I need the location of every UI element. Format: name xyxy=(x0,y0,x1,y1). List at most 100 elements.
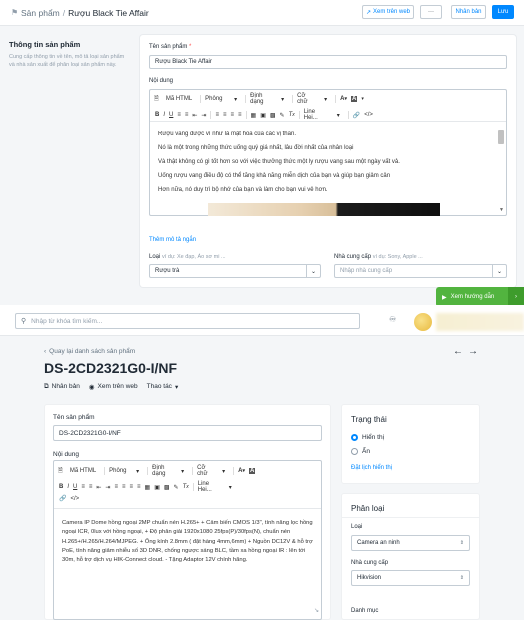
duplicate-button[interactable]: Nhân bản xyxy=(451,5,486,19)
text-color-icon[interactable]: A ▾ xyxy=(340,96,347,102)
html-source-button[interactable]: 🗎 Mã HTML xyxy=(154,94,196,104)
caret-down-icon: ▾ xyxy=(324,96,328,103)
status-heading: Trạng thái xyxy=(351,415,387,424)
chevron-down-icon[interactable]: ⌄ xyxy=(306,265,320,277)
name-input[interactable]: Rượu Black Tie Affair xyxy=(149,55,507,69)
underline-icon[interactable]: U xyxy=(73,484,77,490)
more-actions[interactable]: Thao tác ▾ xyxy=(147,383,179,391)
video-icon[interactable]: ▩ xyxy=(270,112,276,119)
brush-icon[interactable]: ✎ xyxy=(174,484,179,491)
clear-format-icon[interactable]: Tx xyxy=(183,484,189,490)
font-select[interactable]: Phông ▾ xyxy=(205,96,241,103)
view-web-action[interactable]: ◉ Xem trên web xyxy=(89,383,138,391)
table-icon[interactable]: ▦ xyxy=(145,484,151,491)
schedule-link[interactable]: Đặt lịch hiển thị xyxy=(351,465,392,471)
editor-toolbar-row2: B I U ≡ ≡ ⇤ ⇥ ≡ ≡ ≡ ≡ ▦ ▣ ▩ ✎ Tx Line He… xyxy=(59,481,240,493)
add-summary-link[interactable]: Thêm mô tả ngắn xyxy=(149,237,196,243)
type-input[interactable]: Rượu trà ⌄ xyxy=(149,264,321,278)
align-justify-icon[interactable]: ≡ xyxy=(238,112,242,118)
back-link[interactable]: ‹ Quay lại danh sách sản phẩm xyxy=(44,348,135,355)
editor-content[interactable]: Camera IP Dome hồng ngoại 2MP chuẩn nén … xyxy=(62,519,316,565)
html-source-button[interactable]: 🗎 Mã HTML xyxy=(58,466,100,476)
video-icon[interactable]: ▩ xyxy=(164,484,170,491)
next-arrow-icon[interactable]: → xyxy=(468,346,478,357)
code-icon: 🗎 xyxy=(58,468,63,474)
link-icon[interactable]: 🔗 xyxy=(353,112,360,119)
status-hidden-radio[interactable]: Ẩn xyxy=(351,448,370,455)
italic-icon[interactable]: I xyxy=(67,484,69,490)
status-shown-radio[interactable]: Hiển thị xyxy=(351,434,384,441)
align-center-icon[interactable]: ≡ xyxy=(223,112,227,118)
editor-toolbar-row3: 🔗 </> xyxy=(59,495,83,503)
caret-down-icon: ▾ xyxy=(181,468,185,475)
scroll-down-arrow-icon[interactable]: ▼ xyxy=(499,207,504,213)
image-icon[interactable]: ▣ xyxy=(260,112,266,119)
editor-toolbar-row1: 🗎 Mã HTML Phông ▾ Định dạng ▾ Cỡ chữ ▾ A ▾ A ▾ xyxy=(154,93,364,105)
code-icon: 🗎 xyxy=(154,96,159,102)
underline-icon[interactable]: U xyxy=(169,112,173,118)
font-select[interactable]: Phông ▾ xyxy=(109,468,143,475)
chevron-down-icon[interactable]: ⌄ xyxy=(492,265,506,277)
vendor-select[interactable]: Hikvision ⇕ xyxy=(351,570,470,586)
align-center-icon[interactable]: ≡ xyxy=(122,484,126,490)
outdent-icon[interactable]: ⇤ xyxy=(192,112,197,119)
align-right-icon[interactable]: ≡ xyxy=(129,484,133,490)
bold-icon[interactable]: B xyxy=(155,112,159,118)
align-left-icon[interactable]: ≡ xyxy=(114,484,118,490)
editor-scrollbar[interactable] xyxy=(498,130,504,144)
code-view-icon[interactable]: </> xyxy=(364,112,373,118)
save-button[interactable]: Lưu xyxy=(492,5,514,19)
bg-color-icon[interactable]: A xyxy=(351,96,358,102)
name-input[interactable]: DS-2CD2321G0-I/NF xyxy=(53,425,322,441)
image-icon[interactable]: ▣ xyxy=(154,484,160,491)
prev-arrow-icon[interactable]: ← xyxy=(453,346,463,357)
list-bullet-icon[interactable]: ≡ xyxy=(177,112,181,118)
breadcrumb-parent[interactable]: Sản phẩm xyxy=(21,8,60,18)
editor-toolbar-row1: 🗎 Mã HTML Phông ▾ Định dạng ▾ Cỡ chữ ▾ A ▾ A xyxy=(58,465,259,477)
content-label: Nội dung xyxy=(149,78,174,84)
classification-heading: Phân loại xyxy=(351,504,385,513)
align-left-icon[interactable]: ≡ xyxy=(215,112,219,118)
format-select[interactable]: Định dạng ▾ xyxy=(250,93,288,105)
bell-icon[interactable]: ♾ xyxy=(389,315,396,324)
line-height-select[interactable]: Line Hei... ▾ xyxy=(304,109,344,121)
type-select[interactable]: Camera an ninh ⇕ xyxy=(351,535,470,551)
breadcrumb: Sản phẩm / Rượu Black Tie Affair xyxy=(21,8,149,18)
align-justify-icon[interactable]: ≡ xyxy=(137,484,141,490)
clear-format-icon[interactable]: Tx xyxy=(289,112,295,118)
list-number-icon[interactable]: ≡ xyxy=(185,112,189,118)
resize-handle-icon[interactable]: ↘ xyxy=(314,607,319,614)
indent-icon[interactable]: ⇥ xyxy=(105,484,110,491)
indent-icon[interactable]: ⇥ xyxy=(201,112,206,119)
name-label: Tên sản phẩm xyxy=(53,414,95,421)
vendor-input[interactable]: Nhập nhà cung cấp ⌄ xyxy=(334,264,507,278)
product-title: DS-2CD2321G0-I/NF xyxy=(44,360,178,376)
radio-unchecked-icon xyxy=(351,448,358,455)
italic-icon[interactable]: I xyxy=(163,112,165,118)
outdent-icon[interactable]: ⇤ xyxy=(96,484,101,491)
size-select[interactable]: Cỡ chữ ▾ xyxy=(297,93,331,105)
global-search-input[interactable]: ⚲ Nhập từ khóa tìm kiếm... xyxy=(15,313,360,329)
format-select[interactable]: Định dạng ▾ xyxy=(152,465,188,477)
content-label: Nội dung xyxy=(53,451,80,458)
align-right-icon[interactable]: ≡ xyxy=(230,112,234,118)
size-select[interactable]: Cỡ chữ ▾ xyxy=(197,465,229,477)
view-web-button[interactable]: ↗ Xem trên web xyxy=(362,5,414,19)
more-button[interactable]: ··· xyxy=(420,5,442,19)
link-icon[interactable]: 🔗 xyxy=(59,495,66,502)
line-height-select[interactable]: Line Hei... ▾ xyxy=(198,481,236,493)
user-menu[interactable] xyxy=(436,313,524,331)
list-bullet-icon[interactable]: ≡ xyxy=(81,484,85,490)
text-color-icon[interactable]: A ▾ xyxy=(238,468,245,474)
radio-checked-icon xyxy=(351,434,358,441)
list-number-icon[interactable]: ≡ xyxy=(89,484,93,490)
brush-icon[interactable]: ✎ xyxy=(280,112,285,119)
duplicate-action[interactable]: ⧉ Nhân bản xyxy=(44,383,80,391)
code-view-icon[interactable]: </> xyxy=(70,496,79,502)
eye-icon: ◉ xyxy=(88,384,95,391)
table-icon[interactable]: ▦ xyxy=(251,112,257,119)
avatar[interactable] xyxy=(414,313,432,331)
guide-button[interactable]: ▶ Xem hướng dẫn › xyxy=(436,287,524,307)
bg-color-icon[interactable]: A xyxy=(249,468,256,474)
bold-icon[interactable]: B xyxy=(59,484,63,490)
